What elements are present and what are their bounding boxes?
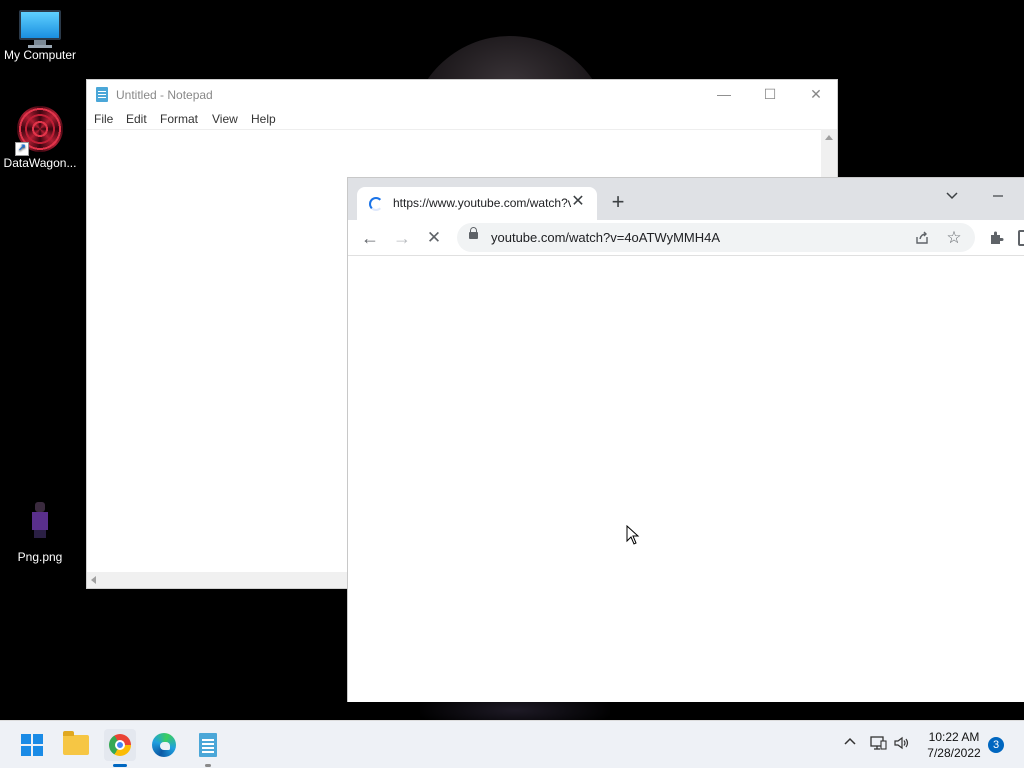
network-icon	[870, 736, 887, 750]
lock-icon[interactable]	[469, 227, 478, 239]
desktop-icon-my-computer[interactable]: My Computer	[0, 10, 80, 62]
desktop-icon-png[interactable]: Png.png	[0, 502, 80, 564]
back-button[interactable]: ←	[358, 226, 382, 250]
desktop-icon-datawagon[interactable]: ↗ DataWagon...	[0, 106, 80, 170]
loading-spinner-icon	[369, 197, 383, 211]
desktop: My Computer ↗ DataWagon... Png.png Untit…	[0, 0, 1024, 720]
chevron-up-icon	[844, 737, 856, 745]
monitor-icon	[19, 10, 61, 48]
show-hidden-icons-button[interactable]	[840, 735, 860, 752]
notepad-icon	[199, 733, 217, 757]
volume-icon	[894, 736, 909, 750]
menu-help[interactable]: Help	[251, 112, 276, 126]
tab-title: https://www.youtube.com/watch?v=4oATWyMM…	[393, 196, 571, 210]
taskbar: 10:22 AM 7/28/2022 3	[0, 720, 1024, 768]
edge-icon	[152, 733, 176, 757]
taskbar-edge[interactable]	[148, 729, 180, 761]
menubar: File Edit Format View Help	[87, 109, 837, 129]
minimize-button[interactable]: —	[701, 80, 747, 109]
minimize-button[interactable]	[988, 186, 1008, 206]
tab-search-button[interactable]	[942, 186, 962, 206]
file-explorer-icon	[63, 731, 89, 755]
page-content[interactable]	[348, 257, 1024, 702]
maximize-button[interactable]: ☐	[747, 80, 793, 109]
menu-format[interactable]: Format	[160, 112, 198, 126]
scroll-up-icon[interactable]	[825, 135, 833, 140]
puzzle-icon	[991, 231, 1004, 244]
active-indicator	[113, 764, 127, 767]
desktop-icon-label: DataWagon...	[3, 156, 77, 170]
menu-edit[interactable]: Edit	[126, 112, 147, 126]
notepad-icon	[96, 87, 108, 102]
chrome-window[interactable]: https://www.youtube.com/watch?v=4oATWyMM…	[347, 177, 1024, 702]
url-text[interactable]: youtube.com/watch?v=4oATWyMMH4A	[491, 230, 720, 245]
taskbar-notepad[interactable]	[192, 729, 224, 767]
notification-badge[interactable]: 3	[988, 737, 1004, 753]
stop-loading-button[interactable]: ✕	[422, 226, 446, 250]
mouse-cursor-icon	[626, 525, 640, 545]
close-button[interactable]: ✕	[793, 80, 839, 109]
menu-view[interactable]: View	[212, 112, 238, 126]
network-button[interactable]	[868, 735, 888, 754]
running-indicator	[205, 764, 211, 767]
chrome-icon	[109, 734, 131, 756]
share-button[interactable]	[911, 227, 933, 249]
desktop-icon-label: Png.png	[17, 550, 63, 564]
clock[interactable]: 10:22 AM 7/28/2022	[922, 729, 986, 761]
share-icon	[916, 231, 928, 244]
chevron-down-icon	[946, 192, 958, 200]
volume-button[interactable]	[892, 735, 912, 754]
shortcut-arrow-icon: ↗	[15, 142, 29, 156]
side-panel-icon[interactable]	[1018, 230, 1024, 246]
extensions-button[interactable]	[984, 226, 1008, 250]
start-icon	[21, 734, 43, 756]
datawagon-icon: ↗	[15, 106, 63, 156]
bookmark-star-button[interactable]: ☆	[943, 227, 965, 249]
browser-toolbar: ← → ✕ youtube.com/watch?v=4oATWyMMH4A ☆	[348, 220, 1024, 256]
clock-time: 10:22 AM	[928, 730, 980, 744]
minimize-icon	[993, 195, 1003, 197]
image-file-icon	[28, 502, 52, 538]
browser-tab[interactable]: https://www.youtube.com/watch?v=4oATWyMM…	[357, 187, 597, 220]
tab-close-button[interactable]: ✕	[569, 193, 587, 211]
taskbar-file-explorer[interactable]	[60, 729, 92, 761]
start-button[interactable]	[16, 729, 48, 761]
taskbar-chrome[interactable]	[104, 729, 136, 767]
notepad-titlebar[interactable]: Untitled - Notepad — ☐ ✕	[87, 80, 837, 109]
scroll-left-icon[interactable]	[91, 576, 96, 584]
tab-strip[interactable]: https://www.youtube.com/watch?v=4oATWyMM…	[348, 178, 1024, 220]
window-title: Untitled - Notepad	[116, 88, 213, 102]
desktop-icon-label: My Computer	[3, 48, 77, 62]
forward-button[interactable]: →	[390, 226, 414, 250]
menu-file[interactable]: File	[94, 112, 113, 126]
address-bar[interactable]: youtube.com/watch?v=4oATWyMMH4A ☆	[457, 223, 975, 252]
clock-date: 7/28/2022	[927, 746, 981, 760]
new-tab-button[interactable]: +	[606, 191, 630, 215]
